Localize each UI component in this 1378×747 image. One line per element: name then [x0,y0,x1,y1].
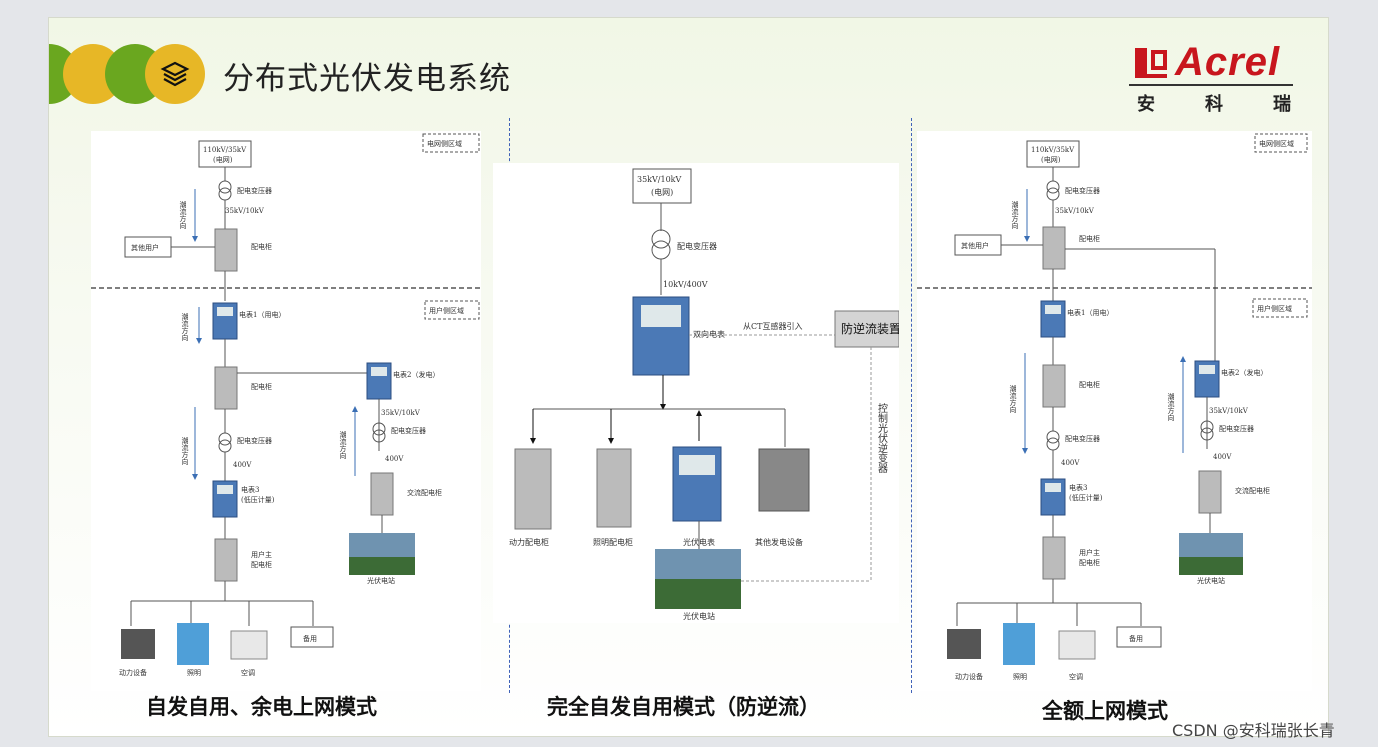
logo-cn-1: 安 [1137,94,1161,115]
caption-mode-1: 自发自用、余电上网模式 [146,695,377,719]
logo-word: Acrel [1175,40,1281,84]
meter1-label: 电表1（用电） [1067,308,1113,317]
aircon-label: 空调 [241,668,255,677]
slide: 分布式光伏发电系统 Acrel 安 科 瑞 电网侧区域 110kV/35kV (… [48,17,1329,737]
ac-cabinet-label: 交流配电柜 [1235,486,1270,495]
aircon-label: 空调 [1069,672,1083,681]
voltage4-label: 400V [385,455,404,463]
flow-direction-1: 潮流方向 [179,200,187,229]
source-sub-label: (电网) [1041,155,1061,164]
user-cabinet-label: 用户主 [251,550,272,559]
source-label: 110kV/35kV [1031,146,1075,154]
cabinet-label: 配电柜 [1079,234,1100,243]
lighting-label: 照明 [1013,673,1027,681]
other-gen-label: 其他发电设备 [755,537,803,547]
lighting-cabinet-label: 照明配电柜 [593,537,633,547]
pv-station-label: 光伏电站 [367,576,395,585]
transformer-label: 配电变压器 [677,241,717,251]
flow-direction-3: 潮流方向 [1167,392,1175,421]
meter1-label: 电表1（用电） [239,310,285,319]
transformer2-label: 配电变压器 [1219,424,1254,433]
acrel-mark-icon [1135,48,1167,78]
grid-zone-label: 电网侧区域 [427,139,462,148]
bidirectional-meter-label: 双向电表 [693,329,725,339]
transformer3-label: 配电变压器 [237,436,272,445]
user-zone-label: 用户侧区域 [429,306,464,315]
transformer-label: 配电变压器 [237,186,272,195]
source-sub-label: (电网) [213,155,233,164]
layers-icon [145,44,205,104]
voltage2-label: 35kV/10kV [1209,407,1249,415]
logo-chinese: 安 科 瑞 [1137,90,1297,116]
flow-direction-4: 潮流方向 [181,436,189,465]
logo-cn-2: 科 [1205,94,1229,115]
grid-zone-label: 电网侧区域 [1259,139,1294,148]
spare-label: 备用 [303,634,317,643]
voltage4-label: 400V [1213,453,1232,461]
acrel-logo: Acrel 安 科 瑞 [1129,40,1299,115]
ac-cabinet-label: 交流配电柜 [407,488,442,497]
pv-station-label: 光伏电站 [1197,576,1225,585]
user-cabinet-sub-label: 配电柜 [1079,558,1100,567]
other-users-label: 其他用户 [131,243,159,252]
power-cabinet-label: 动力配电柜 [509,537,549,547]
source-label: 35kV/10kV [637,175,682,184]
meter3-sub-label: (低压计量) [241,495,275,504]
voltage-label: 10kV/400V [663,280,708,289]
transformer2-label: 配电变压器 [391,426,426,435]
transformer3-label: 配电变压器 [1065,434,1100,443]
meter2-label: 电表2（发电） [393,370,439,379]
control-inverter-text: 控制光伏逆变器 [876,402,888,474]
power-equipment-label: 动力设备 [119,668,147,677]
flow-direction-1: 潮流方向 [1011,200,1019,229]
logo-underline [1129,84,1293,86]
user-cabinet-label: 用户主 [1079,548,1100,557]
voltage1-label: 35kV/10kV [225,207,265,215]
anti-reverse-device: 防逆流装置 [841,321,899,336]
meter3-sub-label: (低压计量) [1069,493,1103,502]
flow-direction-2: 潮流方向 [1009,384,1017,413]
cabinet2-label: 配电柜 [251,382,272,391]
diagram-self-use-surplus: 电网侧区域 110kV/35kV (电网) 配电变压器 35kV/10kV 潮流… [91,131,481,691]
voltage2-label: 35kV/10kV [381,409,421,417]
source-sub-label: (电网) [651,187,673,197]
spare-label: 备用 [1129,634,1143,643]
meter2-label: 电表2（发电） [1221,368,1267,377]
power-equipment-label: 动力设备 [955,672,983,681]
voltage3-label: 400V [1061,459,1080,467]
lighting-label: 照明 [187,669,201,677]
page-title: 分布式光伏发电系统 [223,61,511,97]
ct-text: 从CT互感器引入 [743,321,802,331]
diagram-full-self-use: 35kV/10kV (电网) 配电变压器 10kV/400V 双向电表 从CT互… [493,163,901,623]
user-zone-label: 用户侧区域 [1257,304,1292,313]
voltage3-label: 400V [233,461,252,469]
caption-mode-3: 全额上网模式 [1042,699,1168,723]
source-label: 110kV/35kV [203,146,247,154]
transformer-label: 配电变压器 [1065,186,1100,195]
caption-mode-2: 完全自发自用模式（防逆流） [547,695,820,719]
meter3-label: 电表3 [1069,483,1087,492]
cabinet2-label: 配电柜 [1079,380,1100,389]
voltage1-label: 35kV/10kV [1055,207,1095,215]
diagram-full-grid: 电网侧区域 110kV/35kV (电网) 配电变压器 35kV/10kV 潮流… [917,131,1312,691]
other-users-label: 其他用户 [961,241,989,250]
watermark: CSDN @安科瑞张长青 [1172,721,1335,740]
meter3-label: 电表3 [241,485,259,494]
cabinet-label: 配电柜 [251,242,272,251]
divider-2 [911,118,912,693]
user-cabinet-sub-label: 配电柜 [251,560,272,569]
flow-direction-3: 潮流方向 [339,430,347,459]
pv-station-label: 光伏电站 [683,611,715,621]
flow-direction-2: 潮流方向 [181,312,189,341]
logo-cn-3: 瑞 [1273,94,1297,115]
